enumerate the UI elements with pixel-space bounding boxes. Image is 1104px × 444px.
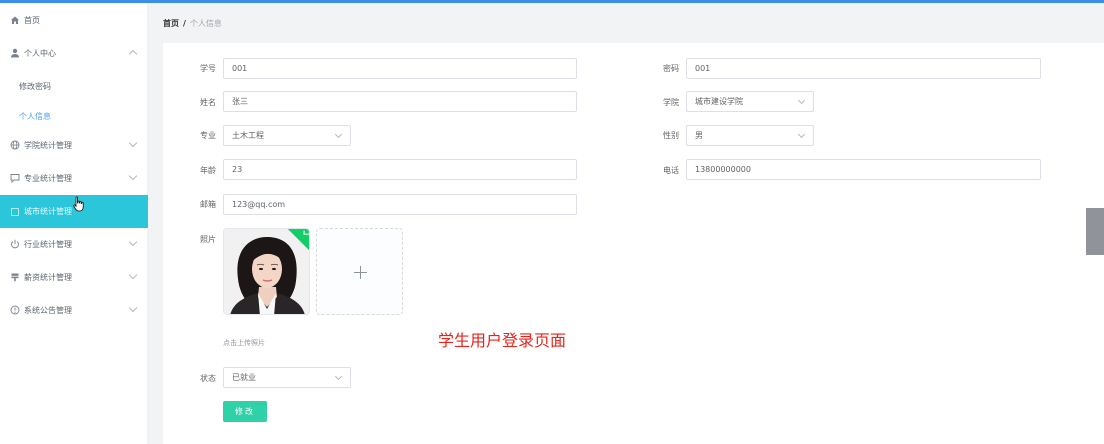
money-icon — [10, 272, 20, 282]
breadcrumb-separator: / — [183, 19, 186, 28]
sidebar-subitem-change-password[interactable]: 修改密码 — [0, 71, 148, 101]
college-select-value: 城市建设学院 — [695, 97, 743, 106]
breadcrumb-home[interactable]: 首页 — [163, 19, 179, 28]
chevron-down-icon — [334, 372, 343, 381]
college-select[interactable]: 城市建设学院 — [686, 91, 814, 112]
sidebar-item-label: 个人中心 — [24, 48, 56, 58]
sidebar-subitem-label: 个人信息 — [19, 111, 51, 121]
student-id-input[interactable]: 001 — [223, 58, 577, 79]
overlay-caption: 学生用户登录页面 — [438, 331, 567, 350]
gender-select-value: 男 — [695, 131, 703, 140]
scrollbar-thumb[interactable] — [1086, 208, 1104, 255]
password-label: 密码 — [663, 64, 679, 73]
globe-icon — [10, 140, 20, 150]
sidebar-item-label: 专业统计管理 — [24, 173, 72, 183]
major-select[interactable]: 土木工程 — [223, 125, 351, 146]
major-select-value: 土木工程 — [232, 131, 264, 140]
age-input[interactable]: 23 — [223, 159, 577, 180]
sidebar-item-label: 薪资统计管理 — [24, 272, 72, 282]
chevron-down-icon — [128, 138, 138, 148]
chevron-down-icon — [797, 130, 806, 139]
chevron-down-icon — [128, 171, 138, 181]
email-input[interactable]: 123@qq.com — [223, 194, 577, 215]
uploaded-photo[interactable] — [223, 228, 310, 315]
home-icon — [10, 15, 20, 25]
college-label: 学院 — [663, 98, 679, 107]
chevron-down-icon — [128, 303, 138, 313]
photo-upload-button[interactable] — [316, 228, 403, 315]
chat-icon — [10, 173, 20, 184]
checkmark-icon — [303, 230, 309, 235]
sidebar-item-personal-center[interactable]: 个人中心 — [0, 38, 148, 68]
user-icon — [10, 48, 20, 58]
gender-label: 性别 — [663, 131, 679, 140]
status-label: 状态 — [200, 374, 216, 383]
sidebar-item-label: 首页 — [24, 15, 40, 25]
chevron-down-icon — [128, 237, 138, 247]
sidebar-item-college-stats[interactable]: 学院统计管理 — [0, 130, 148, 160]
plus-icon-stroke — [360, 266, 361, 279]
status-select-value: 已就业 — [232, 373, 256, 382]
sidebar-subitem-label: 修改密码 — [19, 81, 51, 91]
chevron-down-icon — [334, 130, 343, 139]
chevron-down-icon — [128, 270, 138, 280]
gender-select[interactable]: 男 — [686, 125, 814, 146]
power-icon — [10, 239, 20, 249]
notice-icon — [10, 305, 20, 315]
chevron-up-icon — [128, 49, 138, 59]
sidebar-item-label: 系统公告管理 — [24, 305, 72, 315]
chevron-down-icon — [797, 96, 806, 105]
email-label: 邮箱 — [200, 200, 216, 209]
sidebar-subitem-personal-info[interactable]: 个人信息 — [0, 101, 148, 131]
photo-upload-tip: 点击上传照片 — [223, 339, 265, 347]
sidebar-item-salary-stats[interactable]: 薪资统计管理 — [0, 262, 148, 292]
page-header: 首页 / 个人信息 — [148, 3, 1104, 41]
sidebar-item-label: 学院统计管理 — [24, 140, 72, 150]
sidebar: 首页 个人中心 修改密码 个人信息 学院统计管理 专业统计管理 城市统计管理 行… — [0, 3, 148, 444]
major-label: 专业 — [200, 131, 216, 140]
sidebar-item-label: 城市统计管理 — [24, 207, 72, 216]
photo-label: 照片 — [200, 235, 216, 244]
hand-cursor-icon — [73, 196, 84, 212]
portrait-image — [224, 229, 309, 314]
sidebar-item-industry-stats[interactable]: 行业统计管理 — [0, 229, 148, 259]
password-input[interactable]: 001 — [686, 58, 1041, 79]
sidebar-item-home[interactable]: 首页 — [0, 5, 148, 35]
phone-label: 电话 — [663, 166, 679, 175]
building-icon — [10, 207, 20, 217]
student-id-label: 学号 — [200, 64, 216, 73]
breadcrumb: 首页 / 个人信息 — [163, 18, 222, 29]
sidebar-item-notice[interactable]: 系统公告管理 — [0, 295, 148, 325]
sidebar-item-major-stats[interactable]: 专业统计管理 — [0, 163, 148, 193]
sidebar-item-label: 行业统计管理 — [24, 239, 72, 249]
phone-input[interactable]: 13800000000 — [686, 159, 1041, 180]
age-label: 年龄 — [200, 166, 216, 175]
name-label: 姓名 — [200, 98, 216, 107]
name-input[interactable]: 张三 — [223, 91, 577, 112]
status-select[interactable]: 已就业 — [223, 367, 351, 388]
submit-button[interactable]: 修改 — [223, 401, 267, 422]
breadcrumb-current: 个人信息 — [189, 19, 222, 28]
